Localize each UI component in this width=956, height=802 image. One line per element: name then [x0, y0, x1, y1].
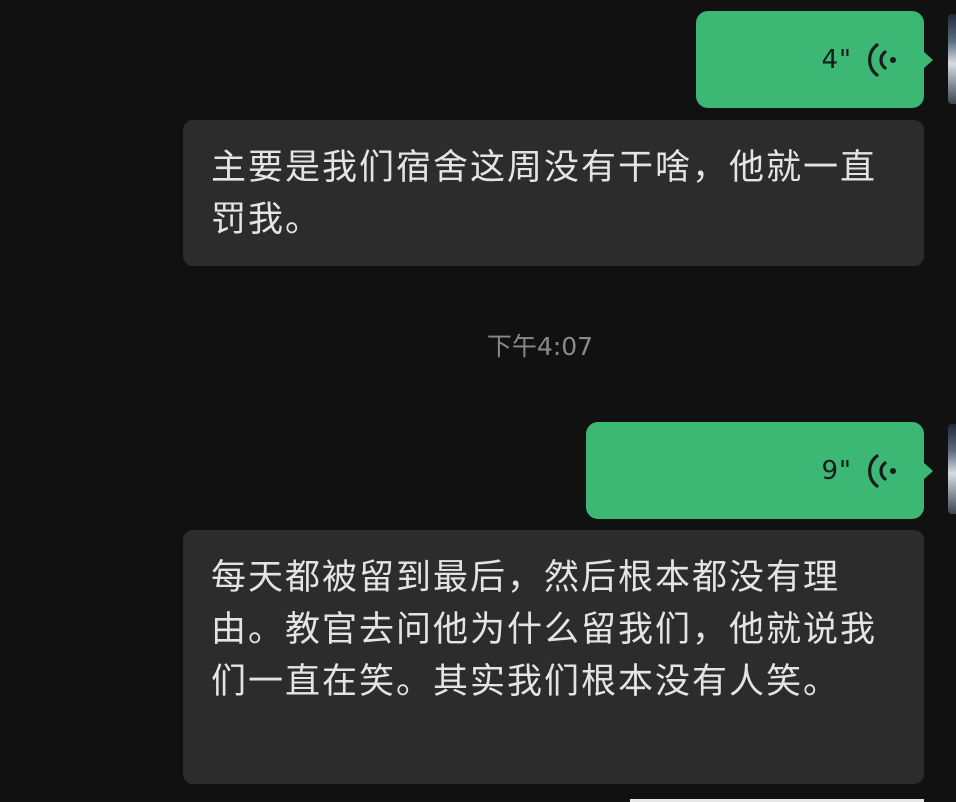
voice-duration: 9": [821, 455, 852, 486]
voice-transcript: 每天都被留到最后，然后根本都没有理由。教官去问他为什么留我们，他就说我们一直在笑…: [183, 530, 924, 784]
voice-transcript: 主要是我们宿舍这周没有干啥，他就一直罚我。: [183, 120, 924, 266]
voice-wave-icon: [868, 453, 896, 488]
voice-duration: 4": [821, 44, 852, 75]
transcript-text: 主要是我们宿舍这周没有干啥，他就一直罚我。: [211, 148, 878, 240]
voice-message-bubble[interactable]: 9": [586, 422, 933, 519]
chat-screen: 4" 主要是我们宿舍这周没有干啥，他就一直罚我。 下午4:07 9" 每天都被留…: [0, 0, 956, 802]
avatar[interactable]: [948, 424, 956, 514]
message-timestamp: 下午4:07: [486, 332, 594, 361]
transcript-text: 每天都被留到最后，然后根本都没有理由。教官去问他为什么留我们，他就说我们一直在笑…: [211, 558, 878, 702]
avatar[interactable]: [948, 14, 956, 104]
voice-wave-icon: [868, 42, 896, 77]
voice-message-bubble[interactable]: 4": [696, 11, 933, 108]
